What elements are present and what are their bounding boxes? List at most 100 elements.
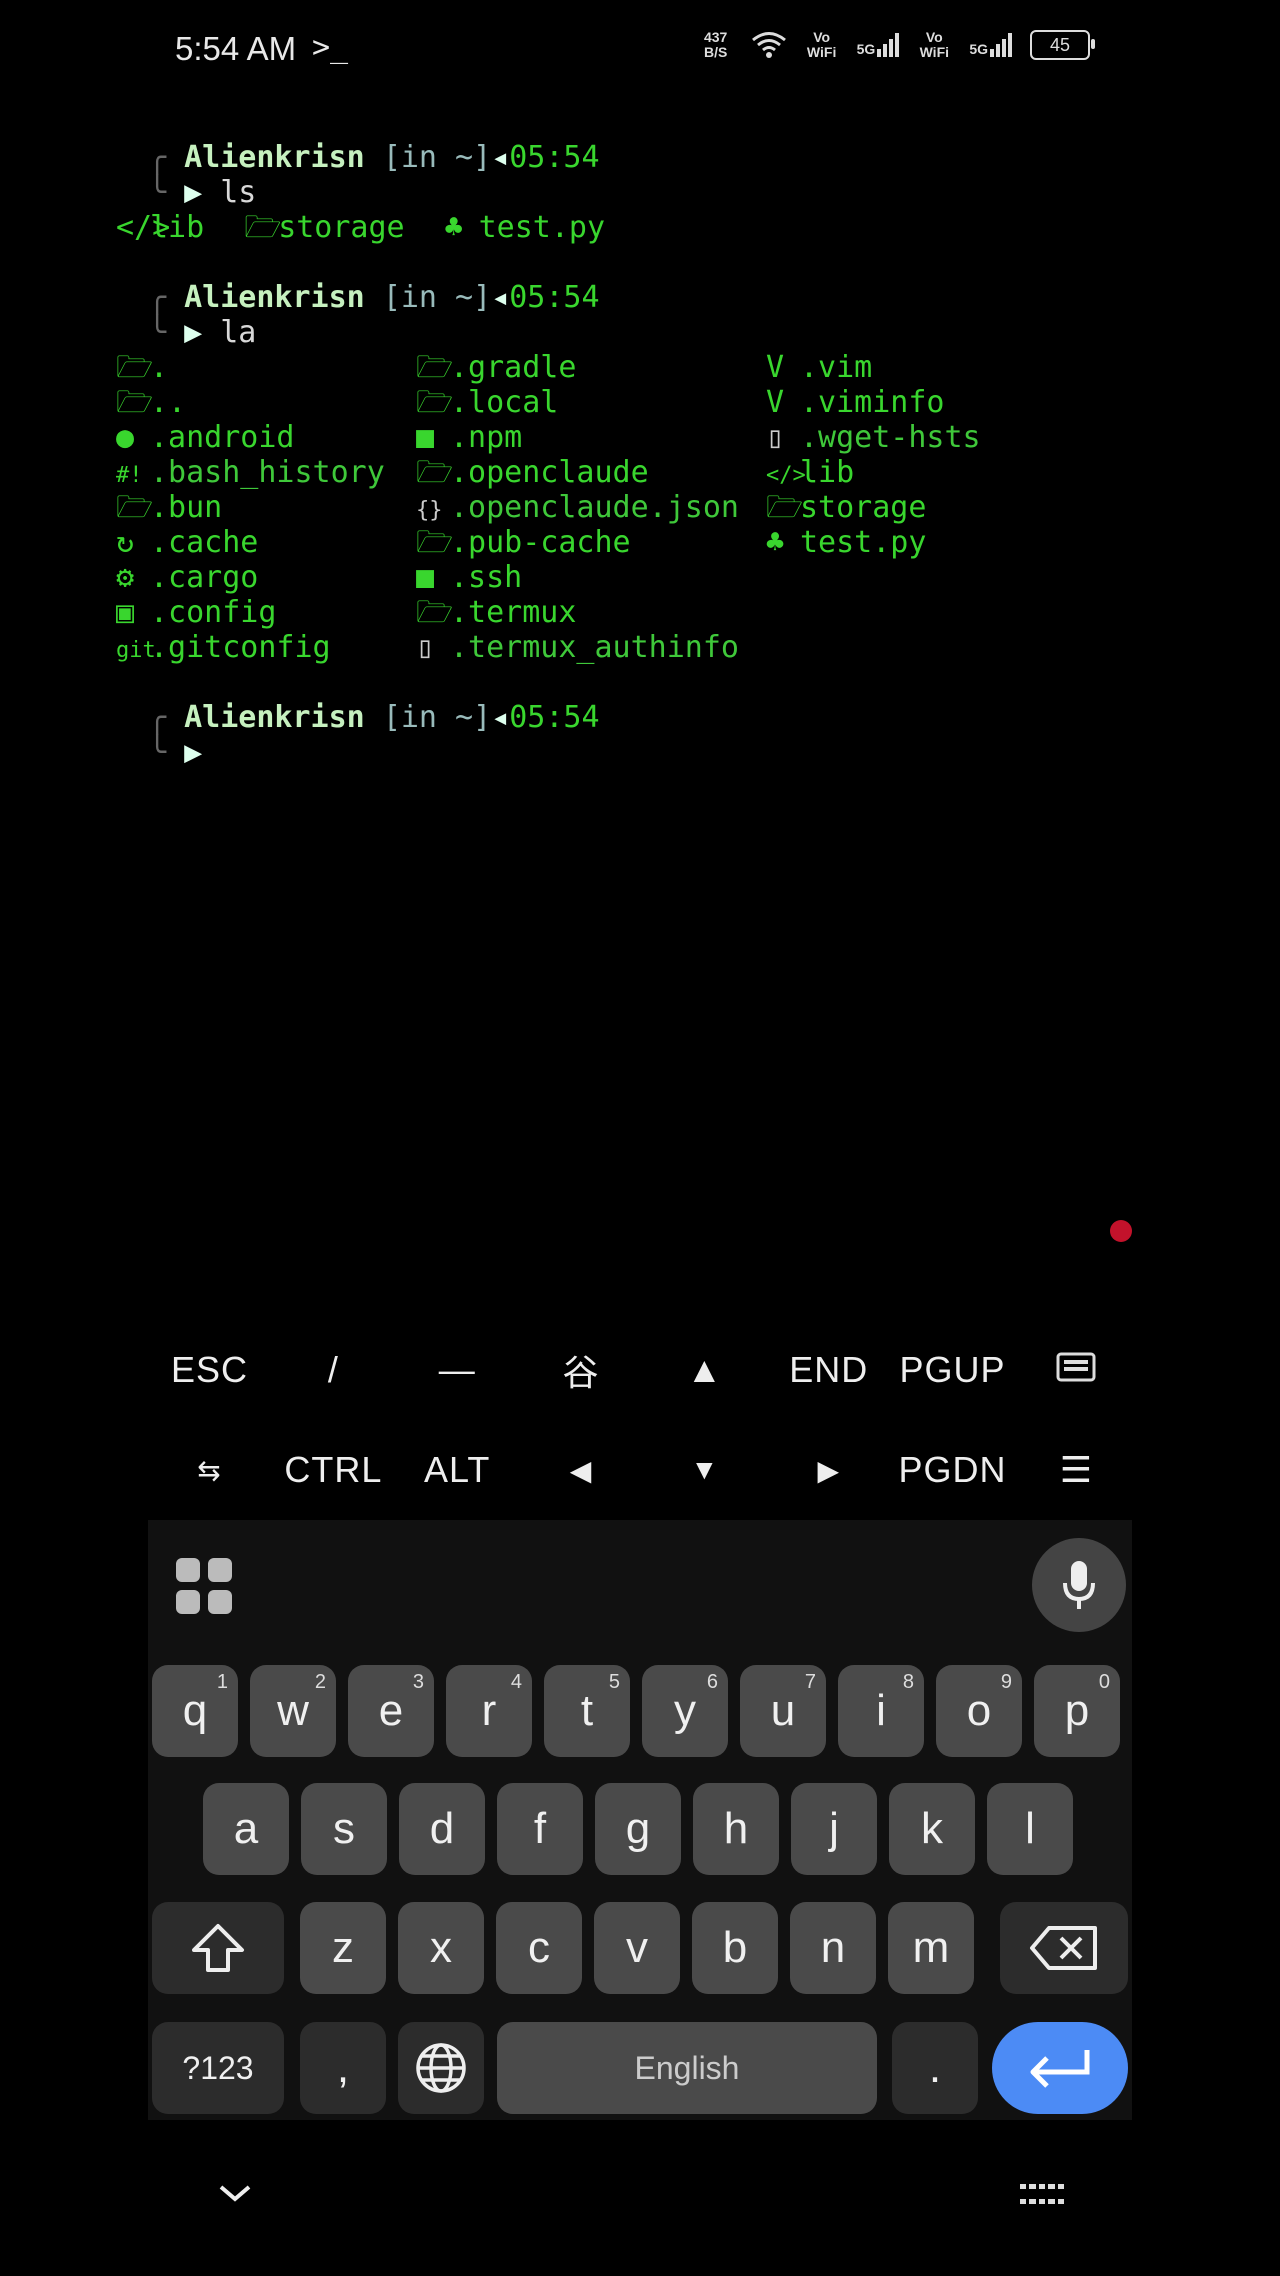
- key-y[interactable]: y6: [642, 1665, 728, 1757]
- vim-icon: V: [766, 350, 785, 385]
- mic-icon: [1063, 1561, 1095, 1609]
- key-e[interactable]: e3: [348, 1665, 434, 1757]
- signal-bars-icon: [990, 33, 1012, 57]
- key-x[interactable]: x: [398, 1902, 484, 1994]
- tab-icon: ⇆: [197, 1454, 222, 1486]
- extra-keys-row-2: ⇆ CTRL ALT ◀ ▼ ▶ PGDN ☰: [148, 1420, 1138, 1520]
- prompt-user: Alienkrisn: [184, 140, 365, 175]
- list-item: ♣ test.py: [444, 210, 606, 245]
- key-hint: 9: [1000, 1671, 1012, 1693]
- key-b[interactable]: b: [692, 1902, 778, 1994]
- key-d[interactable]: d: [399, 1783, 485, 1875]
- ctrl-key[interactable]: CTRL: [272, 1449, 395, 1491]
- key-c[interactable]: c: [496, 1902, 582, 1994]
- list-item: #! .bash_history: [116, 455, 416, 490]
- down-key[interactable]: ▼: [643, 1454, 766, 1486]
- key-j[interactable]: j: [791, 1783, 877, 1875]
- key-t[interactable]: t5: [544, 1665, 630, 1757]
- hide-keyboard-button[interactable]: [215, 2170, 255, 2215]
- prompt-line: ╭ Alienkrisn [in ~]◂05:54: [148, 140, 1138, 175]
- tab-key[interactable]: ⇆: [148, 1454, 271, 1487]
- key-h[interactable]: h: [693, 1783, 779, 1875]
- key-hint: 3: [412, 1671, 424, 1693]
- active-prompt[interactable]: ╰ ▶: [148, 735, 1138, 770]
- key-k[interactable]: k: [889, 1783, 975, 1875]
- folder-open-icon: 🗁: [116, 350, 154, 385]
- key-n[interactable]: n: [790, 1902, 876, 1994]
- extra-keys-row-1: ESC / — 谷 ▲ END PGUP: [148, 1320, 1138, 1420]
- wifi-icon: [751, 32, 786, 58]
- termux-notification-icon: >_: [312, 30, 349, 65]
- key-q[interactable]: q1: [152, 1665, 238, 1757]
- list-item: ● .android: [116, 420, 295, 455]
- menu-icon: ☰: [1059, 1449, 1094, 1490]
- backspace-key[interactable]: [1000, 1902, 1128, 1994]
- apps-grid-icon[interactable]: [176, 1558, 232, 1614]
- json-icon: {}: [416, 498, 443, 523]
- recording-dot: [1110, 1220, 1132, 1242]
- mic-button[interactable]: [1032, 1538, 1126, 1632]
- dash-key[interactable]: —: [396, 1349, 519, 1391]
- signal-1: 5G: [857, 33, 900, 57]
- code-icon: </>: [116, 210, 171, 245]
- comma-key[interactable]: ,: [300, 2022, 386, 2114]
- language-key[interactable]: [398, 2022, 484, 2114]
- list-item: 🗁.bun: [116, 490, 223, 525]
- key-r[interactable]: r4: [446, 1665, 532, 1757]
- key-o[interactable]: o9: [936, 1665, 1022, 1757]
- key-p[interactable]: p0: [1034, 1665, 1120, 1757]
- key-l[interactable]: l: [987, 1783, 1073, 1875]
- list-item: {} .openclaude.json: [416, 490, 766, 525]
- terminal-output[interactable]: ╭ Alienkrisn [in ~]◂05:54 ╰ ▶ ls </>lib …: [116, 140, 1138, 770]
- spacebar[interactable]: English: [497, 2022, 877, 2114]
- folder-open-icon: 🗁: [116, 490, 154, 525]
- up-key[interactable]: ▲: [643, 1349, 766, 1391]
- vowifi-1: Vo WiFi: [806, 29, 837, 60]
- pgdn-key[interactable]: PGDN: [891, 1449, 1014, 1491]
- key-hint: 1: [216, 1671, 228, 1693]
- right-key[interactable]: ▶: [767, 1454, 890, 1487]
- list-item: ■ .ssh: [416, 560, 523, 595]
- keyboard-switch-icon[interactable]: [1020, 2184, 1064, 2210]
- signal-2: 5G: [969, 33, 1012, 57]
- key-w[interactable]: w2: [250, 1665, 336, 1757]
- esc-key[interactable]: ESC: [148, 1349, 271, 1391]
- folder-open-icon: 🗁: [416, 455, 454, 490]
- left-caret-icon: ◂: [491, 280, 510, 315]
- keyboard-toggle[interactable]: [1015, 1349, 1138, 1391]
- folder-open-icon: 🗁: [416, 350, 454, 385]
- key-a[interactable]: a: [203, 1783, 289, 1875]
- git-icon: git: [116, 638, 156, 663]
- status-icons: 437 B/S Vo WiFi 5G Vo WiFi 5G 45: [699, 29, 1095, 60]
- key-s[interactable]: s: [301, 1783, 387, 1875]
- clock: 5:54 AM: [175, 30, 297, 67]
- list-item: ♣ test.py: [766, 525, 927, 560]
- home-key[interactable]: 谷: [520, 1344, 643, 1396]
- symbols-key[interactable]: ?123: [152, 2022, 284, 2114]
- key-v[interactable]: v: [594, 1902, 680, 1994]
- command-line: ╰ ▶ la: [148, 315, 257, 350]
- key-g[interactable]: g: [595, 1783, 681, 1875]
- python-icon: ♣: [766, 525, 785, 560]
- list-item: </>lib: [766, 455, 1066, 490]
- shift-key[interactable]: [152, 1902, 284, 1994]
- slash-key[interactable]: /: [272, 1349, 395, 1391]
- key-i[interactable]: i8: [838, 1665, 924, 1757]
- menu-key[interactable]: ☰: [1015, 1449, 1138, 1491]
- period-key[interactable]: .: [892, 2022, 978, 2114]
- key-f[interactable]: f: [497, 1783, 583, 1875]
- alt-key[interactable]: ALT: [396, 1449, 519, 1491]
- list-item: [766, 595, 1066, 630]
- list-item: git.gitconfig: [116, 630, 416, 665]
- list-item: [766, 630, 1066, 665]
- key-z[interactable]: z: [300, 1902, 386, 1994]
- gear-folder-icon: ▣: [116, 595, 135, 630]
- key-m[interactable]: m: [888, 1902, 974, 1994]
- pgup-key[interactable]: PGUP: [891, 1349, 1014, 1391]
- left-key[interactable]: ◀: [520, 1454, 643, 1487]
- key-u[interactable]: u7: [740, 1665, 826, 1757]
- end-key[interactable]: END: [767, 1349, 890, 1391]
- folder-open-icon: 🗁: [416, 385, 454, 420]
- keyboard-icon: [1056, 1352, 1096, 1382]
- enter-key[interactable]: [992, 2022, 1128, 2114]
